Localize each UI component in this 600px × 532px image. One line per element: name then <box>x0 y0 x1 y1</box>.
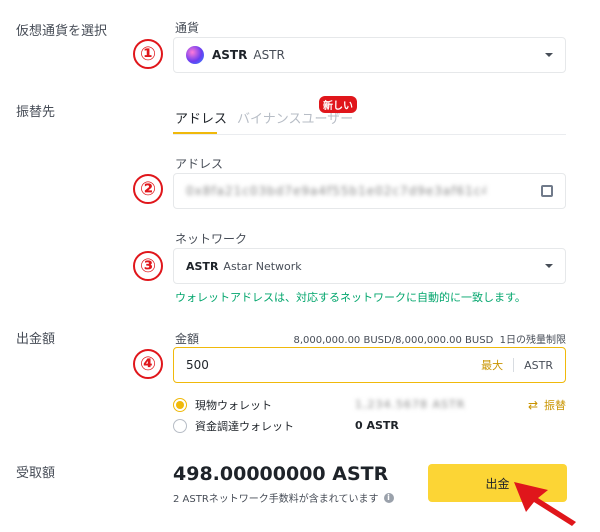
address-book-icon[interactable] <box>541 185 553 197</box>
marker-2: ② <box>133 174 163 204</box>
pointer-arrow-icon <box>514 482 576 526</box>
coin-symbol: ASTR <box>212 48 248 62</box>
amount-input[interactable]: 500 最大 ASTR <box>173 347 566 383</box>
receive-amount: 498.00000000 ASTR <box>173 463 389 485</box>
spot-wallet-balance: 1,234.5678 ASTR <box>355 398 465 411</box>
network-label: ネットワーク <box>175 232 248 246</box>
section-label-select-coin: 仮想通貨を選択 <box>16 24 108 39</box>
address-input[interactable]: 0x8fa21c03bd7e9a4f55b1e02c7d9e3af61c448b… <box>173 173 566 209</box>
coin-label: 通貨 <box>175 21 200 35</box>
transfer-link[interactable]: ⇄ 振替 <box>528 397 566 413</box>
max-button[interactable]: 最大 <box>481 357 503 373</box>
funding-wallet-option[interactable]: 資金調達ウォレット <box>173 418 294 434</box>
chevron-down-icon <box>545 264 553 268</box>
new-badge: 新しい <box>319 96 357 113</box>
amount-label: 金額 <box>175 332 200 346</box>
amount-value: 500 <box>186 358 209 372</box>
coin-name: ASTR <box>253 48 285 62</box>
daily-limit: 8,000,000.00 BUSD/8,000,000.00 BUSD 1日の残… <box>293 335 567 346</box>
transfer-label: 振替 <box>544 399 566 412</box>
network-name: Astar Network <box>223 259 302 273</box>
marker-4: ④ <box>133 349 163 379</box>
network-symbol: ASTR <box>186 259 219 273</box>
marker-3: ③ <box>133 251 163 281</box>
fee-note: 2 ASTRネットワーク手数料が含まれています i <box>173 490 394 505</box>
address-label: アドレス <box>175 157 224 171</box>
tab-address[interactable]: アドレス <box>175 108 227 127</box>
fee-note-text: 2 ASTRネットワーク手数料が含まれています <box>173 494 379 505</box>
spot-wallet-option[interactable]: 現物ウォレット <box>173 397 272 413</box>
marker-1: ① <box>133 39 163 69</box>
tabs-divider <box>173 134 566 135</box>
info-icon[interactable]: i <box>383 492 394 503</box>
astr-coin-icon <box>186 46 204 64</box>
radio-selected[interactable] <box>173 398 187 412</box>
section-label-amount: 出金額 <box>16 332 56 347</box>
amount-divider <box>513 358 515 372</box>
transfer-arrows-icon: ⇄ <box>527 398 538 412</box>
spot-wallet-label: 現物ウォレット <box>195 399 272 412</box>
network-hint: ウォレットアドレスは、対応するネットワークに自動的に一致します。 <box>175 291 526 304</box>
funding-wallet-balance: 0 ASTR <box>355 419 399 432</box>
coin-select[interactable]: ASTR ASTR <box>173 37 566 73</box>
withdraw-button-label: 出金 <box>485 476 510 491</box>
address-value: 0x8fa21c03bd7e9a4f55b1e02c7d9e3af61c448b… <box>186 184 486 198</box>
funding-wallet-label: 資金調達ウォレット <box>195 420 294 433</box>
network-select[interactable]: ASTR Astar Network <box>173 248 566 284</box>
chevron-down-icon <box>545 53 553 57</box>
section-label-receive: 受取額 <box>16 466 56 481</box>
radio-unselected[interactable] <box>173 419 187 433</box>
amount-unit: ASTR <box>524 358 553 372</box>
section-label-destination: 振替先 <box>16 105 56 120</box>
